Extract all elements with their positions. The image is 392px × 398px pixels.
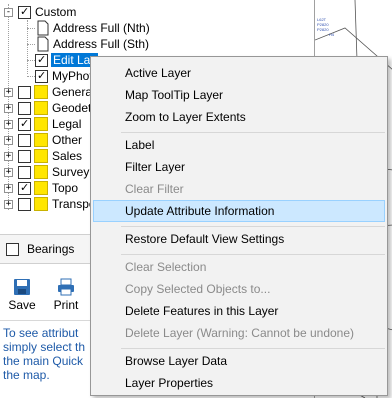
folder-icon xyxy=(34,197,48,211)
menu-item-delete-layer: Delete Layer (Warning: Cannot be undone) xyxy=(125,326,355,340)
help-line: To see attribut xyxy=(3,326,79,340)
tree-node-label: Address Full (Nth) xyxy=(53,21,150,35)
expand-icon[interactable]: + xyxy=(4,119,13,129)
bearings-checkbox[interactable] xyxy=(6,242,19,256)
menu-item-restore-default-view-settings[interactable]: Restore Default View Settings xyxy=(93,228,385,250)
menu-item-browse-layer-data[interactable]: Browse Layer Data xyxy=(93,350,385,372)
layer-checkbox[interactable] xyxy=(18,133,31,147)
tree-node-label: Topo xyxy=(52,181,79,195)
tree-node-geodetic[interactable]: + Geodetic xyxy=(4,100,100,116)
expand-icon[interactable]: + xyxy=(4,167,13,177)
expand-icon[interactable]: + xyxy=(4,183,13,193)
tree-line xyxy=(27,60,35,61)
save-label: Save xyxy=(8,298,36,312)
folder-icon xyxy=(34,117,48,131)
layer-checkbox[interactable] xyxy=(18,85,31,99)
menu-item-copy-selected-objects: Copy Selected Objects to... xyxy=(125,282,271,296)
layer-checkbox[interactable] xyxy=(18,101,31,115)
document-icon xyxy=(37,36,49,52)
menu-item-active-layer[interactable]: Active Layer xyxy=(93,62,385,84)
layer-checkbox[interactable] xyxy=(18,149,31,163)
menu-item-clear-filter: Clear Filter xyxy=(125,182,184,196)
toolbar: Save Print xyxy=(0,274,90,320)
tree-node-label: MyPhot xyxy=(52,69,93,83)
tree-node-sales[interactable]: + Sales xyxy=(4,148,82,164)
menu-item-update-attribute-information[interactable]: Update Attribute Information xyxy=(93,200,385,222)
collapse-icon[interactable]: - xyxy=(4,7,13,17)
layer-checkbox[interactable] xyxy=(18,197,31,211)
menu-separator xyxy=(121,254,385,255)
tree-node-other[interactable]: + Other xyxy=(4,132,82,148)
tree-node-address-full-sth[interactable]: Address Full (Sth) xyxy=(35,36,149,52)
map-label: P2820 xyxy=(317,27,329,32)
tree-node-label: Other xyxy=(52,133,83,147)
tree-line xyxy=(27,44,35,45)
tree-node-label: Address Full (Sth) xyxy=(53,37,150,51)
folder-icon xyxy=(34,133,48,147)
expand-icon[interactable]: + xyxy=(4,151,13,161)
help-line: the map. xyxy=(3,368,50,382)
menu-item-layer-properties[interactable]: Layer Properties xyxy=(93,372,385,394)
document-icon xyxy=(37,20,49,36)
menu-item-clear-selection: Clear Selection xyxy=(125,260,207,274)
expand-icon[interactable]: + xyxy=(4,199,13,209)
bearings-label: Bearings xyxy=(27,242,75,256)
tree-node-address-full-nth[interactable]: Address Full (Nth) xyxy=(35,20,150,36)
layer-checkbox[interactable] xyxy=(35,53,48,67)
print-button[interactable]: Print xyxy=(44,274,88,320)
menu-item-map-tooltip-layer[interactable]: Map ToolTip Layer xyxy=(93,84,385,106)
menu-item-delete-features[interactable]: Delete Features in this Layer xyxy=(93,300,385,322)
tree-node-label: Sales xyxy=(52,149,83,163)
layer-context-menu: Active Layer Map ToolTip Layer Zoom to L… xyxy=(90,56,388,396)
folder-icon xyxy=(34,165,48,179)
folder-icon xyxy=(34,101,48,115)
layer-checkbox[interactable] xyxy=(18,165,31,179)
help-line: simply select th xyxy=(3,340,86,354)
help-text: To see attribut simply select th the mai… xyxy=(3,326,93,396)
folder-icon xyxy=(34,149,48,163)
tree-node-survey[interactable]: + Survey xyxy=(4,164,89,180)
expand-icon[interactable]: + xyxy=(4,135,13,145)
tree-node-myphoto[interactable]: MyPhot xyxy=(35,68,93,84)
tree-node-label: Legal xyxy=(52,117,82,131)
expand-icon[interactable]: + xyxy=(4,87,13,97)
menu-item-zoom-to-layer-extents[interactable]: Zoom to Layer Extents xyxy=(93,106,385,128)
print-label: Print xyxy=(53,298,79,312)
layer-checkbox[interactable] xyxy=(18,5,31,19)
menu-item-filter-layer[interactable]: Filter Layer xyxy=(93,156,385,178)
tree-line xyxy=(27,76,35,77)
folder-icon xyxy=(34,181,48,195)
tree-node-topo[interactable]: + Topo xyxy=(4,180,78,196)
printer-icon xyxy=(57,278,75,296)
folder-icon xyxy=(34,85,48,99)
tree-node-custom[interactable]: - Custom xyxy=(4,4,76,20)
tree-node-transport[interactable]: + Transport xyxy=(4,196,103,212)
layer-checkbox[interactable] xyxy=(18,117,31,131)
layer-checkbox[interactable] xyxy=(18,181,31,195)
tree-line xyxy=(27,28,35,29)
menu-separator xyxy=(121,226,385,227)
menu-separator xyxy=(121,132,385,133)
expand-icon[interactable]: + xyxy=(4,103,13,113)
map-label: H4 xyxy=(329,32,335,37)
tree-node-edit-layer[interactable]: Edit Lay xyxy=(35,52,99,68)
layer-checkbox[interactable] xyxy=(35,69,48,83)
tree-node-legal[interactable]: + Legal xyxy=(4,116,81,132)
save-button[interactable]: Save xyxy=(0,274,44,320)
menu-separator xyxy=(121,348,385,349)
menu-item-label[interactable]: Label xyxy=(93,134,385,156)
tree-node-label: Custom xyxy=(35,5,77,19)
help-line: the main Quick xyxy=(3,354,84,368)
divider xyxy=(0,320,90,321)
floppy-disk-icon xyxy=(13,278,31,296)
tree-node-label: Survey xyxy=(52,165,90,179)
